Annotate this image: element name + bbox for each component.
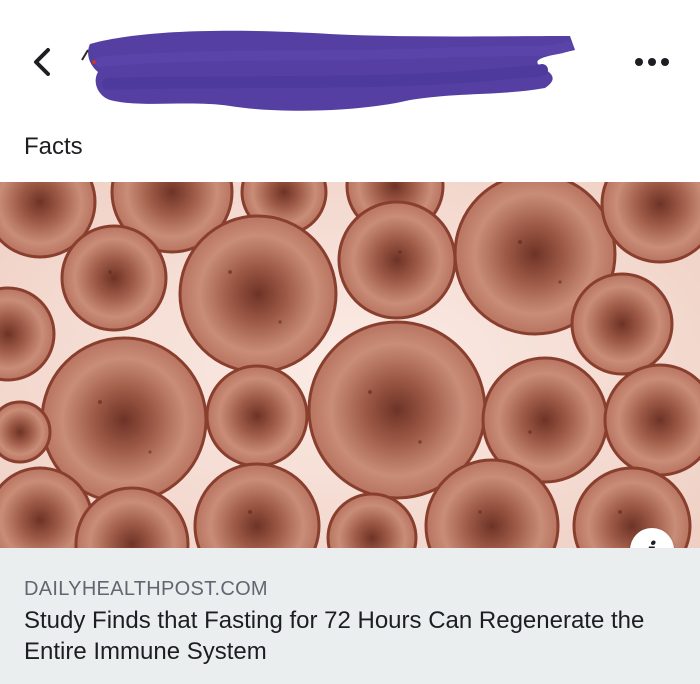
more-options-button[interactable] bbox=[630, 50, 674, 74]
back-button[interactable] bbox=[22, 42, 62, 82]
link-title[interactable]: Study Finds that Fasting for 72 Hours Ca… bbox=[24, 605, 664, 667]
cells-illustration bbox=[0, 182, 700, 548]
post-image[interactable] bbox=[0, 182, 700, 548]
group-name[interactable]: Facts bbox=[24, 133, 83, 161]
top-bar bbox=[0, 0, 700, 120]
link-domain: DAILYHEALTHPOST.COM bbox=[24, 578, 268, 600]
redacted-name-scribble bbox=[81, 30, 575, 111]
chevron-left-icon bbox=[34, 48, 50, 76]
more-horizontal-icon bbox=[635, 58, 669, 66]
